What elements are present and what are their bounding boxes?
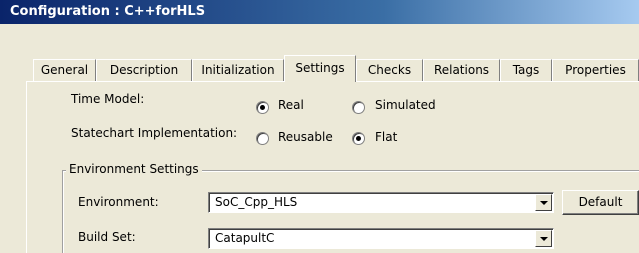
statechart-reusable-label[interactable]: Reusable bbox=[278, 130, 333, 144]
window-title: Configuration : C++forHLS bbox=[0, 0, 639, 24]
tab-properties[interactable]: Properties bbox=[552, 59, 639, 81]
chevron-down-icon[interactable] bbox=[535, 230, 552, 247]
radio-selected-dot bbox=[260, 105, 265, 110]
build-set-value: CatapultC bbox=[215, 231, 275, 245]
environment-settings-legend: Environment Settings bbox=[66, 162, 202, 176]
statechart-flat-label[interactable]: Flat bbox=[375, 130, 397, 144]
build-set-label: Build Set: bbox=[78, 230, 136, 244]
tab-settings[interactable]: Settings bbox=[284, 55, 356, 82]
time-model-simulated-radio[interactable] bbox=[352, 101, 365, 114]
statechart-flat-radio[interactable] bbox=[352, 132, 365, 145]
time-model-real-label[interactable]: Real bbox=[278, 98, 304, 112]
tab-tags[interactable]: Tags bbox=[500, 59, 552, 81]
build-set-combo[interactable]: CatapultC bbox=[208, 228, 554, 249]
tab-checks[interactable]: Checks bbox=[356, 59, 423, 81]
configuration-dialog: Configuration : C++forHLS General Descri… bbox=[0, 0, 639, 253]
environment-combo[interactable]: SoC_Cpp_HLS bbox=[208, 192, 554, 213]
tab-initialization[interactable]: Initialization bbox=[192, 59, 284, 81]
chevron-down-icon[interactable] bbox=[535, 194, 552, 211]
tab-general[interactable]: General bbox=[33, 59, 96, 81]
time-model-simulated-label[interactable]: Simulated bbox=[375, 98, 436, 112]
statechart-reusable-radio[interactable] bbox=[256, 132, 269, 145]
environment-label: Environment: bbox=[78, 195, 159, 209]
default-button[interactable]: Default bbox=[562, 190, 639, 215]
tab-relations[interactable]: Relations bbox=[423, 59, 500, 81]
time-model-real-radio[interactable] bbox=[256, 101, 269, 114]
tab-description[interactable]: Description bbox=[96, 59, 192, 81]
statechart-implementation-label: Statechart Implementation: bbox=[71, 126, 238, 140]
time-model-label: Time Model: bbox=[71, 92, 145, 106]
radio-selected-dot bbox=[356, 136, 361, 141]
environment-value: SoC_Cpp_HLS bbox=[215, 195, 298, 209]
